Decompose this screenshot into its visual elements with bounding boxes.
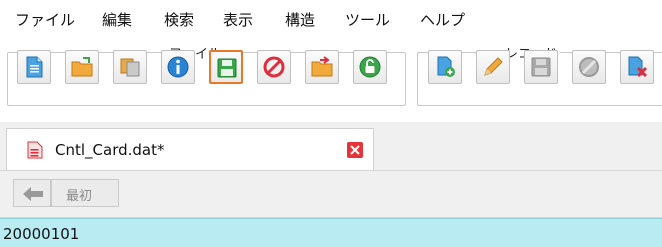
open-folder-icon — [71, 57, 93, 77]
add-record-icon — [437, 56, 455, 77]
export-folder-button[interactable] — [305, 50, 339, 84]
tab-cntl-card[interactable]: Cntl_Card.dat* — [6, 128, 374, 170]
arrow-left-icon — [23, 187, 43, 201]
new-document-button[interactable] — [17, 50, 51, 84]
cancel-icon — [263, 56, 285, 78]
cancel-button[interactable] — [257, 50, 291, 84]
export-folder-icon — [311, 56, 333, 77]
info-button[interactable] — [161, 50, 195, 84]
copy-icon — [120, 58, 140, 77]
save-disabled-icon — [531, 57, 551, 77]
tab-close-button[interactable] — [347, 142, 363, 158]
copy-button[interactable] — [113, 50, 147, 84]
cancel-disabled-icon — [579, 57, 599, 77]
pencil-icon — [484, 57, 503, 76]
first-record-label: 最初 — [66, 189, 93, 204]
unlock-icon — [359, 56, 381, 78]
menu-tools[interactable]: ツール — [345, 9, 390, 30]
menu-structure[interactable]: 構造 — [285, 9, 315, 30]
menu-edit[interactable]: 編集 — [102, 9, 132, 30]
tab-strip: Cntl_Card.dat* — [0, 122, 662, 171]
menu-file[interactable]: ファイル — [15, 9, 75, 30]
file-icon — [27, 141, 43, 159]
add-record-button[interactable] — [428, 50, 462, 84]
edit-record-button[interactable] — [476, 50, 510, 84]
unlock-button[interactable] — [353, 50, 387, 84]
previous-button[interactable] — [13, 179, 51, 207]
delete-disabled-button[interactable] — [572, 50, 606, 84]
menu-bar: ファイル 編集 検索 表示 構造 ツール ヘルプ — [0, 0, 662, 34]
remove-record-button[interactable] — [620, 50, 654, 84]
tab-label: Cntl_Card.dat* — [55, 141, 165, 159]
open-folder-button[interactable] — [65, 50, 99, 84]
info-icon — [167, 56, 189, 78]
menu-search[interactable]: 検索 — [164, 9, 194, 30]
menu-view[interactable]: 表示 — [223, 9, 253, 30]
record-navigation: 最初 — [0, 171, 662, 218]
save-icon — [217, 58, 237, 78]
remove-record-icon — [628, 56, 648, 78]
new-document-icon — [26, 56, 43, 78]
save-record-button[interactable] — [524, 50, 558, 84]
save-button[interactable] — [209, 50, 243, 84]
record-row[interactable]: 20000101 — [0, 218, 662, 247]
close-icon — [350, 145, 360, 155]
first-record-button[interactable]: 最初 — [51, 179, 119, 207]
record-value: 20000101 — [3, 225, 80, 243]
menu-help[interactable]: ヘルプ — [420, 9, 465, 30]
